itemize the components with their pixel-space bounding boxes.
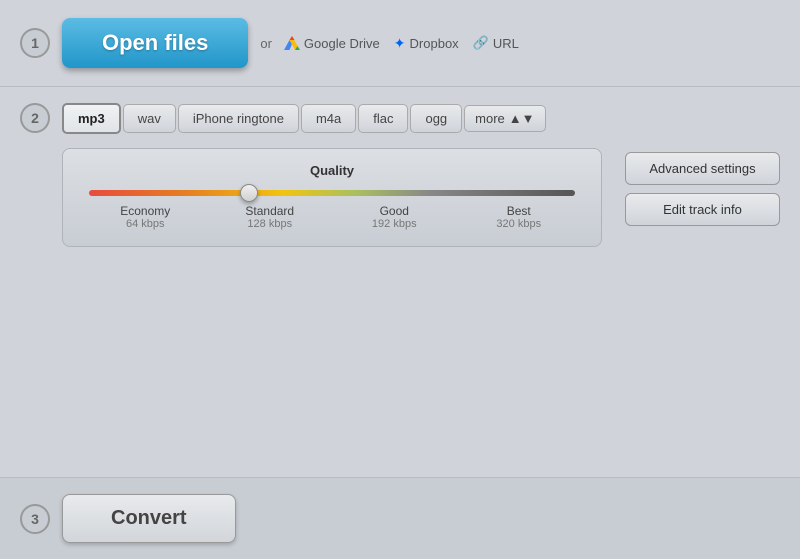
step-2-circle: 2 [20,103,50,133]
tab-iphone-ringtone[interactable]: iPhone ringtone [178,104,299,133]
tab-mp3[interactable]: mp3 [62,103,121,134]
dropbox-label: Dropbox [410,36,459,51]
quality-box: Quality Economy 64 kbps Standard [62,148,602,247]
tab-ogg[interactable]: ogg [410,104,462,133]
format-tabs: mp3 wav iPhone ringtone m4a flac ogg mor… [62,103,780,134]
quality-title: Quality [83,163,581,178]
edit-track-info-button[interactable]: Edit track info [625,193,780,226]
tab-wav[interactable]: wav [123,104,176,133]
quality-slider-container [83,190,581,196]
side-buttons: Advanced settings Edit track info [625,148,780,226]
url-link-icon: 🔗 [473,35,489,51]
tab-flac[interactable]: flac [358,104,408,133]
dropbox-icon: ✦ [394,35,406,52]
quality-slider-track [89,190,575,196]
dropbox-link[interactable]: ✦ Dropbox [394,35,459,52]
url-link[interactable]: 🔗 URL [473,35,519,51]
open-files-button[interactable]: Open files [62,18,248,68]
quality-label-good: Good 192 kbps [332,204,457,230]
cloud-links: Google Drive ✦ Dropbox 🔗 URL [284,35,519,52]
google-drive-label: Google Drive [304,36,380,51]
quality-label-economy: Economy 64 kbps [83,204,208,230]
tab-more-arrow-icon: ▲▼ [509,111,535,126]
section-2-content: mp3 wav iPhone ringtone m4a flac ogg mor… [62,103,780,247]
step-3-circle: 3 [20,504,50,534]
section-1: 1 Open files or Google Drive ✦ Dropbox [0,0,800,87]
or-label: or [260,36,272,51]
step-1-circle: 1 [20,28,50,58]
app-container: 1 Open files or Google Drive ✦ Dropbox [0,0,800,559]
google-drive-link[interactable]: Google Drive [284,36,380,51]
tab-m4a[interactable]: m4a [301,104,356,133]
tab-more[interactable]: more ▲▼ [464,105,545,132]
quality-slider-thumb[interactable] [240,184,258,202]
convert-button[interactable]: Convert [62,494,236,543]
url-label: URL [493,36,519,51]
section-2: 2 mp3 wav iPhone ringtone m4a flac ogg m… [0,87,800,478]
advanced-settings-button[interactable]: Advanced settings [625,152,780,185]
quality-label-best: Best 320 kbps [457,204,582,230]
quality-labels: Economy 64 kbps Standard 128 kbps Good 1… [83,204,581,230]
quality-label-standard: Standard 128 kbps [208,204,333,230]
google-drive-icon [284,36,300,50]
tab-more-label: more [475,111,505,126]
section-3: 3 Convert [0,478,800,559]
